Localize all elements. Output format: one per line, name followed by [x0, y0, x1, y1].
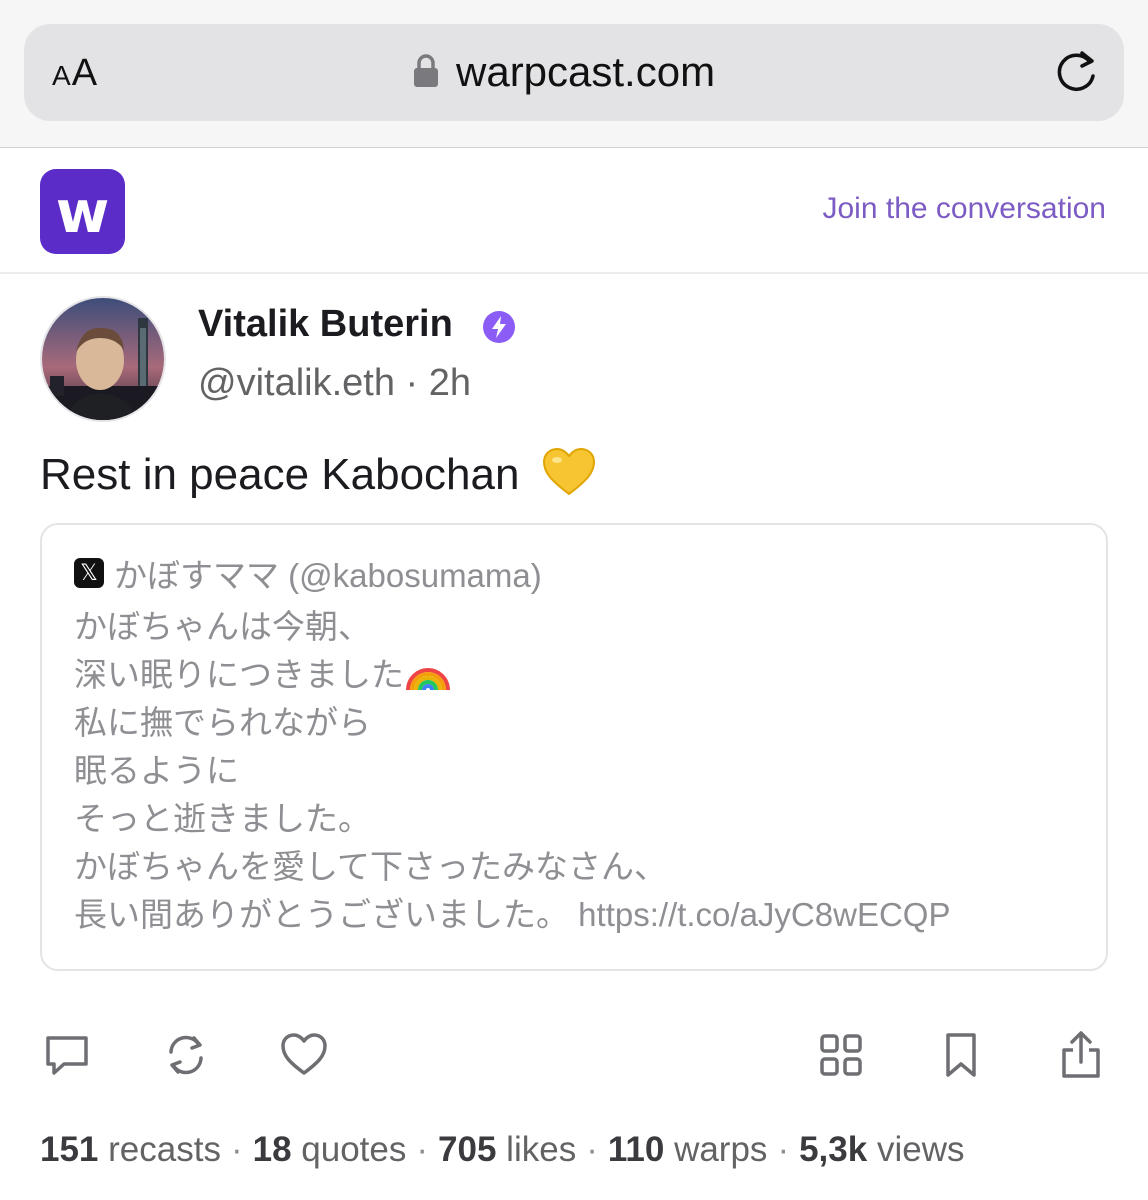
likes-stat[interactable]: 705 likes [438, 1130, 576, 1169]
join-conversation-link[interactable]: Join the conversation [822, 192, 1106, 226]
grid-icon[interactable] [816, 1030, 866, 1080]
post-actions [0, 1030, 1148, 1090]
embedded-tweet-card[interactable]: 𝕏 かぼすママ (@kabosumama) かぼちゃんは今朝、 深い眠りにつきま… [40, 523, 1108, 971]
post-stats: 151 recasts · 18 quotes · 705 likes · 110 warp… [40, 1130, 965, 1169]
warpcast-logo[interactable]: w [40, 169, 125, 254]
text-size-button[interactable]: AA [52, 52, 98, 95]
recast-icon[interactable] [161, 1030, 211, 1080]
handle-and-time: @vitalik.eth · 2h [198, 362, 472, 404]
url-field[interactable]: AA warpcast.com [24, 24, 1124, 121]
browser-address-bar: AA warpcast.com [0, 0, 1148, 148]
author-name[interactable]: Vitalik Buterin [198, 303, 453, 346]
post-text: Rest in peace Kabochan [40, 447, 596, 500]
lock-icon [414, 54, 438, 87]
views-stat: 5,3k views [799, 1130, 965, 1169]
quote-text: かぼちゃんは今朝、 深い眠りにつきました 私に撫でられながら 眠るように そっと… [74, 608, 951, 933]
url-text: warpcast.com [456, 48, 716, 95]
reply-icon[interactable] [42, 1030, 92, 1080]
yellow-heart-icon [542, 447, 595, 496]
like-icon[interactable] [279, 1030, 329, 1080]
avatar[interactable] [40, 296, 166, 422]
power-badge-icon [483, 311, 515, 343]
reload-icon[interactable] [1052, 46, 1100, 96]
recasts-stat[interactable]: 151 recasts [40, 1130, 221, 1169]
x-logo-icon: 𝕏 [74, 558, 104, 588]
quote-link[interactable]: https://t.co/aJyC8wECQP [578, 896, 950, 933]
share-icon[interactable] [1056, 1030, 1106, 1080]
author-handle[interactable]: @vitalik.eth [198, 362, 395, 404]
warps-stat[interactable]: 110 warps [608, 1130, 768, 1169]
quotes-stat[interactable]: 18 quotes [253, 1130, 407, 1169]
app-header: w Join the conversation [0, 148, 1148, 274]
post-time: 2h [428, 362, 472, 404]
bookmark-icon[interactable] [936, 1030, 986, 1080]
rainbow-icon [406, 668, 450, 691]
quote-source: 𝕏 かぼすママ (@kabosumama) [74, 549, 542, 597]
